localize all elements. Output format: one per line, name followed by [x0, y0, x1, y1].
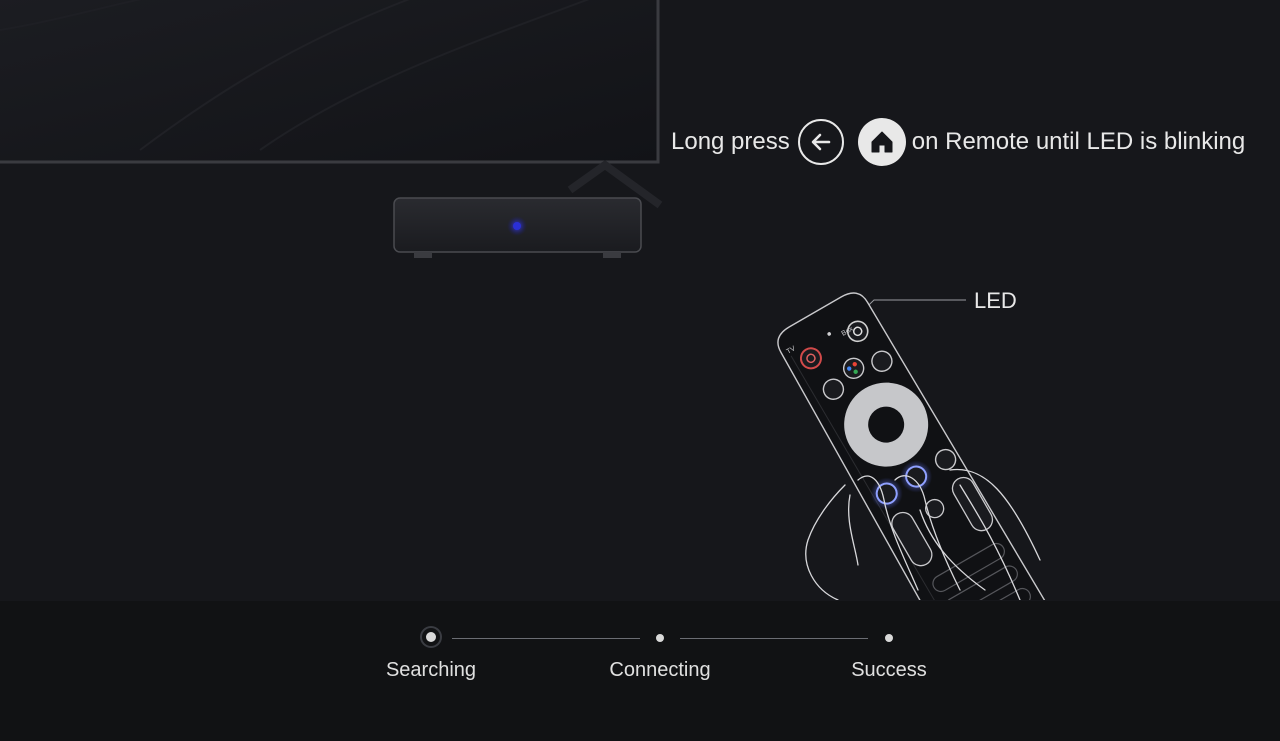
instruction-prefix: Long press — [671, 128, 790, 155]
step-label-searching: Searching — [385, 659, 477, 681]
pairing-instruction: Long press on Remote until LED is blinki… — [671, 117, 1245, 167]
progress-stepper: Searching Connecting Success — [0, 601, 1280, 741]
set-top-box — [393, 197, 642, 258]
led-label: LED — [974, 288, 1017, 313]
back-arrow-icon — [797, 119, 844, 165]
instruction-suffix: on Remote until LED is blinking — [911, 128, 1246, 155]
step-indicator-connecting — [656, 634, 664, 642]
pairing-illustration: TV Box — [0, 0, 1073, 600]
step-label-connecting: Connecting — [609, 659, 711, 681]
pairing-screen: TV Box Long press on Remote until LED is… — [0, 0, 1280, 741]
step-label-success: Success — [851, 659, 927, 681]
step-indicator-success — [885, 634, 893, 642]
remote-control — [777, 292, 1073, 600]
tv-screen — [0, 0, 660, 164]
stepper-connector-1 — [452, 638, 640, 639]
step-indicator-searching — [426, 632, 436, 642]
stepper-connector-2 — [680, 638, 868, 639]
home-icon — [857, 118, 906, 166]
